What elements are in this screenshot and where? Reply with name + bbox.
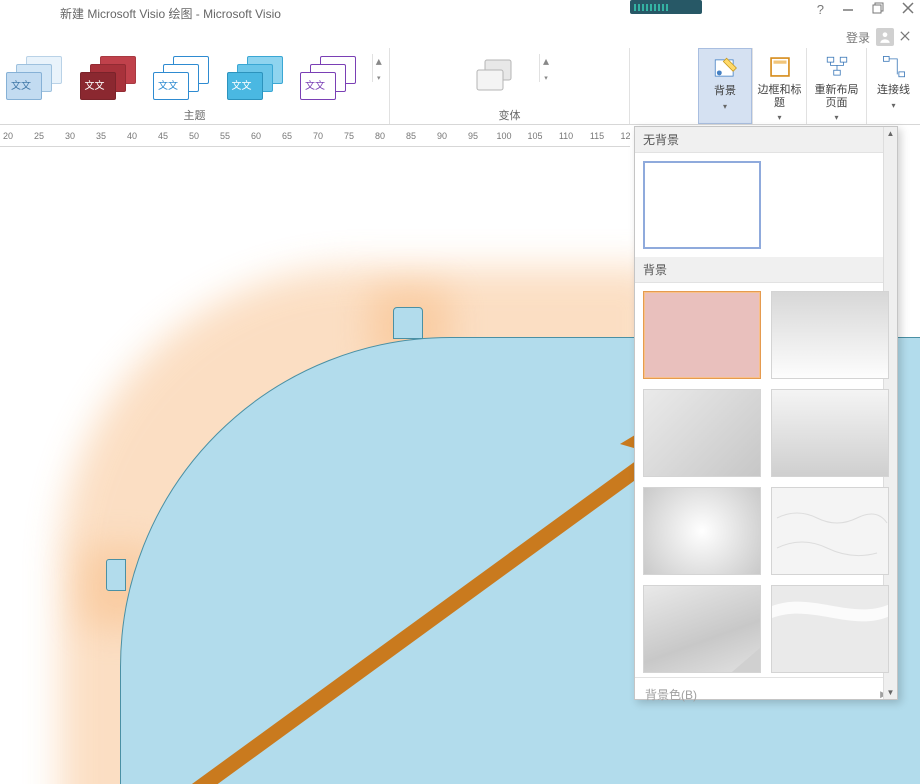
chevron-down-icon: ▾ <box>834 113 838 122</box>
ruler-value: 115 <box>590 131 604 141</box>
bg-option-4[interactable] <box>771 389 889 477</box>
group-label-variants: 变体 <box>499 105 521 124</box>
variant-gallery-expand[interactable]: ▴▾ <box>539 54 553 82</box>
ruler-value: 90 <box>437 131 447 141</box>
ruler-value: 80 <box>375 131 385 141</box>
ruler-value: 55 <box>220 131 230 141</box>
ruler-value: 110 <box>559 131 573 141</box>
background-dropdown-panel: ▲ ▼ 无背景 背景 背景色(B) ▶ <box>634 126 898 700</box>
ruler-value: 45 <box>158 131 168 141</box>
login-link[interactable]: 登录 <box>846 29 870 46</box>
bg-option-2[interactable] <box>771 291 889 379</box>
bg-option-6[interactable] <box>771 487 889 575</box>
avatar[interactable] <box>876 28 894 46</box>
shape-nozzle-side[interactable] <box>106 559 126 591</box>
window-title: 新建 Microsoft Visio 绘图 - Microsoft Visio <box>60 5 281 22</box>
ruler-value: 95 <box>468 131 478 141</box>
close-icon[interactable] <box>902 2 914 17</box>
restore-icon[interactable] <box>872 2 884 17</box>
relayout-button[interactable]: 重新布局页面 ▾ <box>806 48 866 124</box>
bg-option-5[interactable] <box>643 487 761 575</box>
group-label-themes: 主题 <box>4 105 385 124</box>
scroll-up-icon[interactable]: ▲ <box>887 129 895 138</box>
ruler-value: 35 <box>96 131 106 141</box>
bg-option-7[interactable] <box>643 585 761 673</box>
section-background: 背景 <box>635 257 897 283</box>
ruler-value: 65 <box>282 131 292 141</box>
scroll-down-icon[interactable]: ▼ <box>887 688 895 697</box>
title-bar: 新建 Microsoft Visio 绘图 - Microsoft Visio … <box>0 0 920 26</box>
ruler-value: 20 <box>3 131 13 141</box>
theme-option-1[interactable]: 文文 <box>4 54 66 102</box>
chevron-down-icon: ▾ <box>777 113 781 122</box>
section-no-background: 无背景 <box>635 127 897 153</box>
ruler-value: 75 <box>344 131 354 141</box>
ribbon-group-themes: 文文 文文 文文 文文 <box>0 48 390 124</box>
background-button[interactable]: 背景 ▾ <box>698 48 752 124</box>
chevron-down-icon: ▾ <box>891 101 895 110</box>
ruler-value: 70 <box>313 131 323 141</box>
help-icon[interactable]: ? <box>817 2 824 17</box>
account-bar: 登录 <box>0 26 920 48</box>
ruler-value: 60 <box>251 131 261 141</box>
ruler-value: 30 <box>65 131 75 141</box>
ruler-value: 25 <box>34 131 44 141</box>
ribbon: 文文 文文 文文 文文 <box>0 48 920 125</box>
bg-option-1[interactable] <box>643 291 761 379</box>
border-title-button[interactable]: 边框和标题 ▾ <box>752 48 806 124</box>
minimize-icon[interactable] <box>842 2 854 17</box>
theme-option-4[interactable]: 文文 <box>225 54 287 102</box>
pane-close-icon[interactable] <box>900 30 910 44</box>
ruler-value: 105 <box>527 131 542 141</box>
ruler-value: 40 <box>127 131 137 141</box>
theme-option-5[interactable]: 文文 <box>298 54 360 102</box>
theme-gallery-expand[interactable]: ▴▾ <box>372 54 386 82</box>
bg-option-none[interactable] <box>643 161 761 249</box>
bg-option-8[interactable] <box>771 585 889 673</box>
bg-option-3[interactable] <box>643 389 761 477</box>
ruler-value: 50 <box>189 131 199 141</box>
ruler-value: 85 <box>406 131 416 141</box>
shape-nozzle-top[interactable] <box>393 307 423 339</box>
theme-option-3[interactable]: 文文 <box>151 54 213 102</box>
ribbon-group-variants: ▴▾ 变体 <box>390 48 630 124</box>
chevron-down-icon: ▾ <box>723 102 727 111</box>
theme-option-2[interactable]: 文文 <box>78 54 140 102</box>
connector-button[interactable]: 连接线 ▾ <box>866 48 920 124</box>
variant-option-1[interactable] <box>467 54 527 104</box>
bg-color-menu[interactable]: 背景色(B) ▶ <box>635 677 897 711</box>
quick-access-toolbar[interactable] <box>630 0 702 14</box>
ruler-value: 100 <box>496 131 511 141</box>
